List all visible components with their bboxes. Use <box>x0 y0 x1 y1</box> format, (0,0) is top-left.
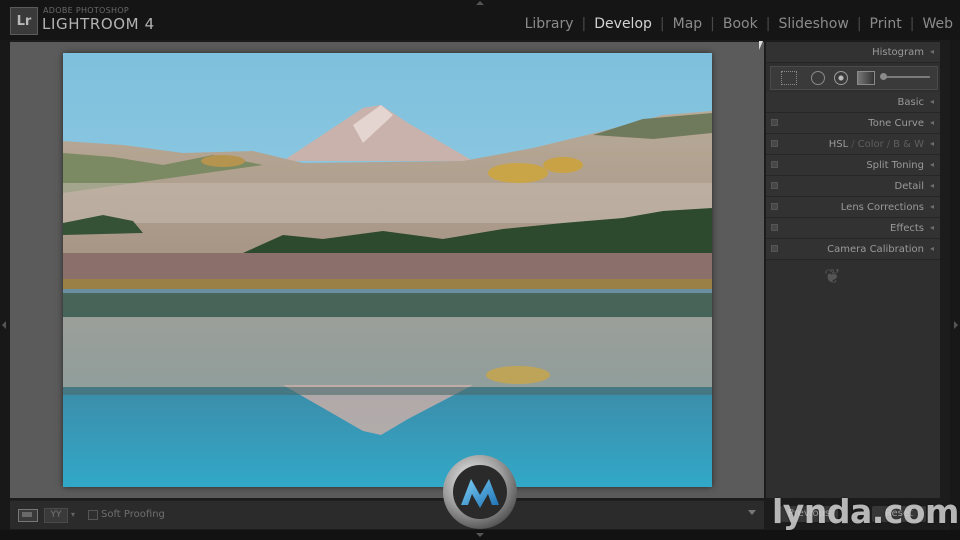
panel-switch-icon[interactable] <box>771 203 778 210</box>
left-panel-toggle-icon[interactable] <box>2 321 6 329</box>
bottom-panel-toggle-icon[interactable] <box>476 533 484 537</box>
module-library[interactable]: Library <box>524 16 575 32</box>
app-name: LIGHTROOM 4 <box>42 15 155 33</box>
module-separator: | <box>909 16 915 32</box>
panel-end-ornament-icon: ❦ <box>824 264 841 288</box>
collapse-arrow-icon[interactable]: ◂ <box>930 202 934 211</box>
panel-detail-label: Detail <box>894 181 924 192</box>
panel-switch-icon[interactable] <box>771 140 778 147</box>
tool-strip <box>770 66 938 90</box>
module-develop[interactable]: Develop <box>593 16 653 32</box>
panel-camera-calibration-label: Camera Calibration <box>827 244 924 255</box>
module-separator: | <box>659 16 665 32</box>
panel-switch-icon[interactable] <box>771 224 778 231</box>
tab-bw[interactable]: B & W <box>893 139 924 150</box>
panel-hsl[interactable]: HSL / Color / B & W ◂ <box>766 134 940 155</box>
panel-split-toning[interactable]: Split Toning ◂ <box>766 155 940 176</box>
tab-hsl[interactable]: HSL <box>829 139 848 150</box>
panel-hsl-tabs: HSL / Color / B & W <box>828 139 924 150</box>
panel-switch-icon[interactable] <box>771 182 778 189</box>
before-after-dropdown-icon[interactable]: ▾ <box>71 510 75 519</box>
left-panel-edge[interactable] <box>0 40 10 530</box>
module-book[interactable]: Book <box>722 16 759 32</box>
panel-lens-corrections-label: Lens Corrections <box>840 202 924 213</box>
right-panel: Histogram ◂ Basic ◂ Tone Curve ◂ HSL / Col… <box>766 42 940 498</box>
soft-proofing-label: Soft Proofing <box>101 509 165 520</box>
develop-canvas[interactable] <box>10 42 764 498</box>
mountain-lake-photo <box>63 53 712 487</box>
toolbar-content-dropdown-icon[interactable] <box>748 510 756 515</box>
module-separator: | <box>710 16 715 32</box>
module-picker: Library | Develop | Map | Book | Slidesh… <box>524 16 954 32</box>
graduated-filter-icon[interactable] <box>857 71 875 85</box>
watermark-text: lynda.com <box>772 492 959 531</box>
module-separator: | <box>765 16 771 32</box>
panel-histogram[interactable]: Histogram ◂ <box>766 42 940 63</box>
module-separator: | <box>581 16 587 32</box>
panel-switch-icon[interactable] <box>771 119 778 126</box>
panel-detail[interactable]: Detail ◂ <box>766 176 940 197</box>
panel-split-toning-label: Split Toning <box>866 160 924 171</box>
lightroom-logo: Lr <box>10 7 38 35</box>
right-panel-edge[interactable] <box>950 40 960 530</box>
collapse-arrow-icon[interactable]: ◂ <box>930 244 934 253</box>
module-map[interactable]: Map <box>672 16 704 32</box>
panel-switch-icon[interactable] <box>771 245 778 252</box>
top-panel-toggle-icon[interactable] <box>476 1 484 5</box>
watermark-logo-icon <box>441 453 519 531</box>
module-web[interactable]: Web <box>921 16 954 32</box>
collapse-arrow-icon[interactable]: ◂ <box>930 97 934 106</box>
soft-proofing-checkbox[interactable] <box>88 510 98 520</box>
collapse-arrow-icon[interactable]: ◂ <box>930 181 934 190</box>
panel-tone-curve[interactable]: Tone Curve ◂ <box>766 113 940 134</box>
panel-effects[interactable]: Effects ◂ <box>766 218 940 239</box>
panel-basic-label: Basic <box>897 97 924 108</box>
loupe-view-icon[interactable] <box>18 509 38 522</box>
before-after-button[interactable]: YY <box>44 508 68 523</box>
develop-toolbar: YY ▾ Soft Proofing <box>10 500 764 529</box>
identity-plate: Lr ADOBE PHOTOSHOP LIGHTROOM 4 Library |… <box>0 0 960 40</box>
module-print[interactable]: Print <box>869 16 903 32</box>
panel-camera-calibration[interactable]: Camera Calibration ◂ <box>766 239 940 260</box>
red-eye-icon[interactable] <box>834 71 848 85</box>
module-separator: | <box>856 16 862 32</box>
vendor-label: ADOBE PHOTOSHOP <box>43 6 130 15</box>
spot-removal-icon[interactable] <box>811 71 825 85</box>
collapse-arrow-icon[interactable]: ◂ <box>930 139 934 148</box>
adjustment-brush-icon[interactable] <box>880 73 930 80</box>
tab-color[interactable]: Color <box>858 139 884 150</box>
right-panel-toggle-icon[interactable] <box>954 321 958 329</box>
collapse-arrow-icon[interactable]: ◂ <box>930 160 934 169</box>
module-slideshow[interactable]: Slideshow <box>777 16 849 32</box>
collapse-arrow-icon[interactable]: ◂ <box>930 118 934 127</box>
photo-preview[interactable] <box>63 53 712 487</box>
collapse-arrow-icon[interactable]: ◂ <box>930 223 934 232</box>
collapse-arrow-icon[interactable]: ◂ <box>930 47 934 56</box>
panel-histogram-label: Histogram <box>872 47 924 58</box>
mouse-cursor-icon <box>759 41 763 50</box>
panel-switch-icon[interactable] <box>771 161 778 168</box>
crop-overlay-icon[interactable] <box>781 71 797 85</box>
panel-tone-curve-label: Tone Curve <box>868 118 924 129</box>
panel-effects-label: Effects <box>890 223 924 234</box>
panel-basic[interactable]: Basic ◂ <box>766 92 940 113</box>
panel-lens-corrections[interactable]: Lens Corrections ◂ <box>766 197 940 218</box>
